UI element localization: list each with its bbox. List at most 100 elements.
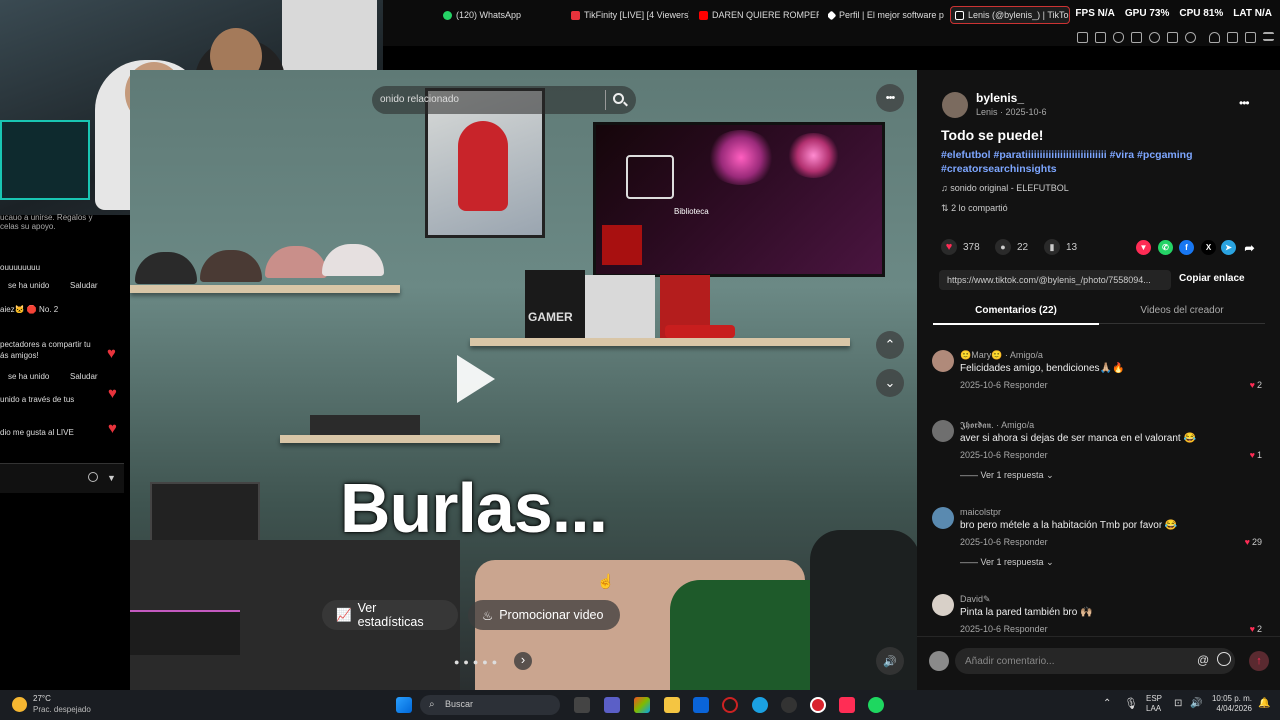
profile-icon[interactable] — [1209, 32, 1220, 43]
post-more-button[interactable]: ••• — [1239, 96, 1250, 110]
steam-icon[interactable] — [781, 697, 797, 713]
search-button[interactable] — [605, 90, 631, 110]
translate-icon[interactable] — [1131, 32, 1142, 43]
emoji-icon[interactable] — [1217, 652, 1231, 666]
related-search-input[interactable]: onido relacionado — [372, 86, 636, 114]
comment-input[interactable]: Añadir comentario... — [955, 648, 1235, 674]
tab-tikfinity[interactable]: TikFinity [LIVE] [4 Viewers] — [571, 6, 689, 24]
taskbar: 27°C Prac. despejado ⌕ Buscar ⌃ 🎙 ESP LAA… — [0, 690, 1280, 720]
previous-video-button[interactable]: ⌃ — [876, 331, 904, 359]
emoji-icon[interactable] — [88, 472, 98, 482]
greet-button[interactable]: Saludar — [70, 372, 128, 381]
chat-input[interactable]: ▼ — [0, 463, 124, 493]
x-icon[interactable]: X — [1201, 240, 1216, 255]
edge-icon[interactable] — [752, 697, 768, 713]
weather-temp[interactable]: 27°C — [33, 694, 51, 703]
tab-creator-videos[interactable]: Videos del creador — [1099, 305, 1265, 324]
app-icon[interactable] — [722, 697, 738, 713]
send-button[interactable]: ↑ — [1249, 651, 1269, 671]
tab-comments[interactable]: Comentarios (22) — [933, 305, 1099, 325]
task-view-icon[interactable] — [574, 697, 590, 713]
notification-bell-icon[interactable]: 🔔 — [1258, 698, 1270, 709]
language-code[interactable]: ESP — [1146, 694, 1162, 703]
post-hashtags[interactable]: #creatorsearchinsights — [941, 163, 1057, 175]
view-replies-button[interactable]: —— Ver 1 respuesta ⌄ — [960, 470, 1054, 481]
microphone-icon[interactable]: 🎙 — [1124, 697, 1138, 710]
post-hashtags[interactable]: #elefutbol #paratiiiiiiiiiiiiiiiiiiiiiii… — [941, 149, 1193, 161]
like-button[interactable]: ♥ 378 — [941, 239, 980, 255]
repost-icon[interactable]: ▼ — [1136, 240, 1151, 255]
promote-video-button[interactable]: ♨ Promocionar video — [468, 600, 620, 630]
clock-time[interactable]: 10:05 p. m. — [1208, 694, 1252, 703]
tab-tiktok-active[interactable]: Lenis (@bylenis_) | TikTok — [950, 6, 1070, 24]
window-icon[interactable] — [1095, 32, 1106, 43]
whatsapp-icon[interactable]: ✆ — [1158, 240, 1173, 255]
view-replies-button[interactable]: —— Ver 1 respuesta ⌄ — [960, 557, 1054, 568]
weather-desc[interactable]: Prac. despejado — [33, 705, 91, 714]
reply-button[interactable]: Responder — [1004, 624, 1048, 634]
copilot-icon[interactable] — [634, 697, 650, 713]
teams-icon[interactable] — [604, 697, 620, 713]
avatar[interactable] — [932, 350, 954, 372]
download-icon[interactable] — [1227, 32, 1238, 43]
reply-button[interactable]: Responder — [1004, 380, 1048, 390]
mention-icon[interactable]: @ — [1197, 653, 1209, 667]
tab-perfil[interactable]: Perfil | El mejor software p — [828, 6, 948, 24]
comment-date: 2025-10-6 — [960, 450, 1002, 460]
comment-author[interactable]: David✎ — [960, 594, 991, 605]
pin-icon[interactable] — [1077, 32, 1088, 43]
ai-icon[interactable] — [1245, 32, 1256, 43]
share-icon[interactable]: ➦ — [1242, 240, 1257, 255]
telegram-icon[interactable]: ➤ — [1221, 240, 1236, 255]
language-region[interactable]: LAA — [1146, 704, 1161, 713]
store-icon[interactable] — [693, 697, 709, 713]
post-url-field[interactable]: https://www.tiktok.com/@bylenis_/photo/7… — [939, 270, 1171, 290]
folder-icon[interactable] — [664, 697, 680, 713]
comment-like-button[interactable]: ♥ 29 — [1245, 537, 1262, 547]
facebook-icon[interactable]: f — [1179, 240, 1194, 255]
heart-icon[interactable] — [1185, 32, 1196, 43]
video-player[interactable]: Biblioteca GAMER — [130, 70, 917, 690]
weather-icon[interactable] — [12, 697, 27, 712]
more-options-button[interactable]: ••• — [876, 84, 904, 112]
shield-icon[interactable] — [1113, 32, 1124, 43]
tab-whatsapp[interactable]: (120) WhatsApp — [443, 6, 563, 24]
clock-date[interactable]: 4/04/2026 — [1208, 704, 1252, 713]
comment-like-button[interactable]: ♥ 2 — [1250, 380, 1262, 390]
avatar[interactable] — [932, 594, 954, 616]
carousel-next-button[interactable]: › — [514, 652, 532, 670]
avatar[interactable] — [932, 420, 954, 442]
tab-youtube[interactable]: DAREN QUIERE ROMPER — [699, 6, 819, 24]
comment-like-button[interactable]: ♥ 1 — [1250, 450, 1262, 460]
post-sound[interactable]: ♫ sonido original - ELEFUTBOL — [941, 183, 1069, 193]
play-icon[interactable] — [457, 355, 495, 403]
spotify-icon[interactable] — [868, 697, 884, 713]
next-video-button[interactable]: ⌄ — [876, 369, 904, 397]
opera-icon[interactable] — [810, 697, 826, 713]
chevron-up-icon[interactable]: ⌃ — [1103, 698, 1111, 709]
tiktok-live-icon[interactable] — [839, 697, 855, 713]
windows-start-icon[interactable] — [396, 697, 412, 713]
save-button[interactable]: ▮ 13 — [1044, 239, 1077, 255]
network-icon[interactable]: ⊡ — [1174, 698, 1182, 709]
speaker-icon[interactable]: 🔊 — [1190, 698, 1202, 709]
reply-button[interactable]: Responder — [1004, 450, 1048, 460]
post-username[interactable]: bylenis_ — [976, 91, 1024, 105]
copy-link-button[interactable]: Copiar enlace — [1179, 273, 1245, 284]
avatar[interactable] — [942, 92, 968, 118]
image-icon[interactable] — [1167, 32, 1178, 43]
greet-button[interactable]: Saludar — [70, 281, 128, 290]
reply-button[interactable]: Responder — [1004, 537, 1048, 547]
menu-icon[interactable] — [1263, 32, 1274, 41]
view-stats-button[interactable]: 📈 Ver estadísticas — [322, 600, 458, 630]
comment-author[interactable]: maicolstpr — [960, 507, 1001, 517]
send-icon[interactable]: ▼ — [107, 473, 116, 483]
play-icon[interactable] — [1149, 32, 1160, 43]
comment-button[interactable]: ● 22 — [995, 239, 1028, 255]
volume-button[interactable]: 🔊 — [876, 647, 904, 675]
comment-like-button[interactable]: ♥ 2 — [1250, 624, 1262, 634]
taskbar-search[interactable]: ⌕ Buscar — [420, 695, 560, 715]
avatar[interactable] — [932, 507, 954, 529]
comment-author[interactable]: 𝕵𝖍𝖔𝖗𝖉𝖆𝖓. · Amigo/a — [960, 420, 1034, 431]
comment-author[interactable]: 🙂Mary🙂 · Amigo/a — [960, 350, 1043, 361]
